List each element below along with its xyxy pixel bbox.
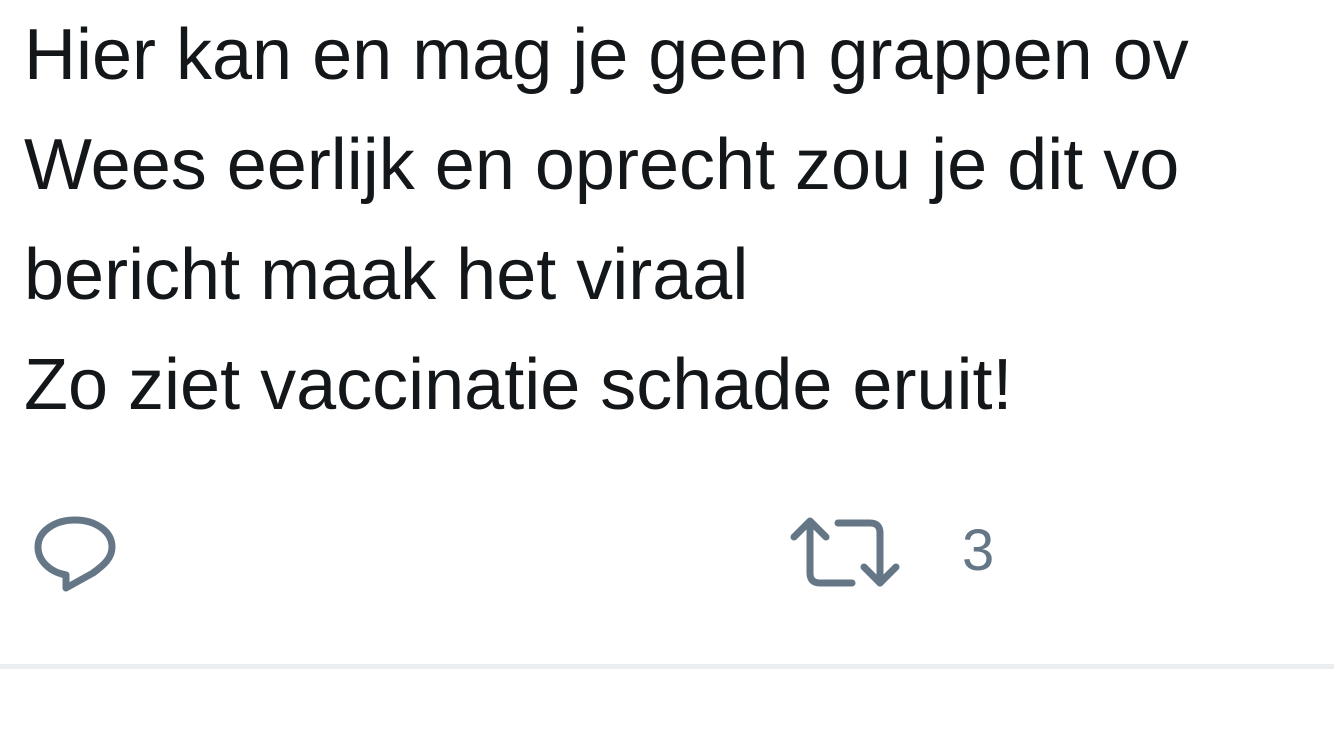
tweet-text-line: Zo ziet vaccinatie schade eruit! <box>24 345 1013 425</box>
tweet-text-line: bericht maak het viraal <box>24 235 749 315</box>
tweet-actions: 3 <box>0 500 1334 600</box>
retweet-arrows-icon <box>790 517 900 587</box>
tweet-text: Hier kan en mag je geen grappen ov Wees … <box>24 0 1334 440</box>
tweet: Hier kan en mag je geen grappen ov Wees … <box>0 0 1334 750</box>
retweet-count: 3 <box>962 517 995 583</box>
speech-bubble-icon <box>34 516 116 592</box>
retweet-button[interactable]: 3 <box>790 500 994 600</box>
divider <box>0 664 1334 669</box>
tweet-text-line: Wees eerlijk en oprecht zou je dit vo <box>24 125 1180 205</box>
reply-button[interactable] <box>30 500 120 600</box>
tweet-text-line: Hier kan en mag je geen grappen ov <box>24 15 1189 95</box>
